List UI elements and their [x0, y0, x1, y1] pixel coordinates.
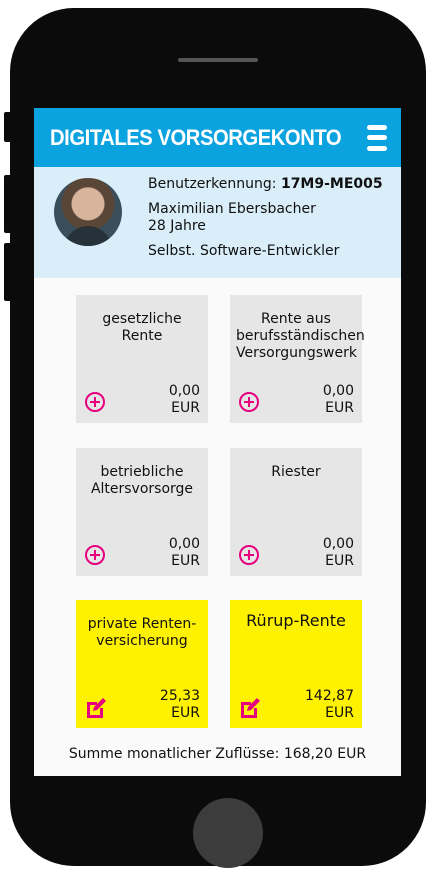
- amount-currency: EUR: [171, 705, 200, 721]
- user-occupation: Selbst. Software-Entwickler: [148, 243, 340, 259]
- app-header: DIGITALES VORSORGEKONTO: [34, 108, 401, 167]
- pension-card-label: private Renten- versicherung: [87, 616, 197, 649]
- amount-value: 0,00: [322, 536, 354, 552]
- amount-currency: EUR: [325, 400, 354, 416]
- amount-value: 0,00: [168, 536, 200, 552]
- pension-card-amount: 142,87 EUR: [305, 688, 354, 722]
- pension-card-label: Rente aus berufsständischen Versorgungsw…: [236, 311, 365, 361]
- plus-circle-icon[interactable]: [84, 391, 106, 413]
- pension-card-amount: 0,00 EUR: [323, 536, 354, 570]
- pension-card-amount: 0,00 EUR: [169, 383, 200, 417]
- pension-card[interactable]: Riester 0,00 EUR: [230, 448, 362, 576]
- amount-currency: EUR: [325, 705, 354, 721]
- pension-card-amount: 25,33 EUR: [160, 688, 200, 722]
- app-screen: DIGITALES VORSORGEKONTO Benutzerkennung:…: [34, 108, 401, 776]
- pension-card[interactable]: Rente aus berufsständischen Versorgungsw…: [230, 295, 365, 423]
- pension-card[interactable]: private Renten- versicherung 25,33 EUR: [76, 600, 208, 728]
- phone-speaker: [178, 58, 258, 62]
- amount-currency: EUR: [171, 553, 200, 569]
- user-age: 28 Jahre: [148, 218, 206, 234]
- amount-value: 0,00: [168, 383, 200, 399]
- monthly-total: Summe monatlicher Zuflüsse: 168,20 EUR: [68, 746, 367, 762]
- volume-up-button: [4, 175, 12, 233]
- avatar: [54, 178, 122, 246]
- user-id-value: 17M9-ME005: [280, 176, 383, 192]
- pension-card[interactable]: Rürup-Rente 142,87 EUR: [230, 600, 362, 728]
- pension-card-label: Riester: [271, 464, 321, 480]
- pension-card[interactable]: betriebliche Altersvorsorge 0,00 EUR: [76, 448, 208, 576]
- amount-currency: EUR: [171, 400, 200, 416]
- edit-icon[interactable]: [84, 696, 106, 718]
- user-id-label: Benutzerkennung:: [148, 176, 277, 192]
- pension-card[interactable]: gesetzliche Rente 0,00 EUR: [76, 295, 208, 423]
- profile-info: Benutzerkennung: 17M9-ME005 Maximilian E…: [148, 176, 383, 260]
- hamburger-menu-icon[interactable]: [366, 124, 387, 151]
- amount-currency: EUR: [325, 553, 354, 569]
- plus-circle-icon[interactable]: [238, 544, 260, 566]
- amount-value: 142,87: [305, 688, 354, 704]
- profile-panel: Benutzerkennung: 17M9-ME005 Maximilian E…: [34, 167, 401, 278]
- volume-down-button: [4, 243, 12, 301]
- edit-icon[interactable]: [238, 696, 260, 718]
- user-name: Maximilian Ebersbacher: [148, 201, 316, 217]
- pension-card-label: Rürup-Rente: [246, 611, 346, 630]
- home-button[interactable]: [193, 798, 263, 868]
- mute-switch: [4, 112, 12, 142]
- plus-circle-icon[interactable]: [238, 391, 260, 413]
- pension-card-label: gesetzliche Rente: [102, 311, 182, 344]
- pension-card-label: betriebliche Altersvorsorge: [90, 464, 194, 497]
- app-title: DIGITALES VORSORGEKONTO: [50, 124, 342, 150]
- plus-circle-icon[interactable]: [84, 544, 106, 566]
- pension-card-amount: 0,00 EUR: [169, 536, 200, 570]
- amount-value: 0,00: [322, 383, 354, 399]
- amount-value: 25,33: [159, 688, 200, 704]
- pension-card-amount: 0,00 EUR: [323, 383, 354, 417]
- user-id-line: Benutzerkennung: 17M9-ME005: [148, 176, 383, 193]
